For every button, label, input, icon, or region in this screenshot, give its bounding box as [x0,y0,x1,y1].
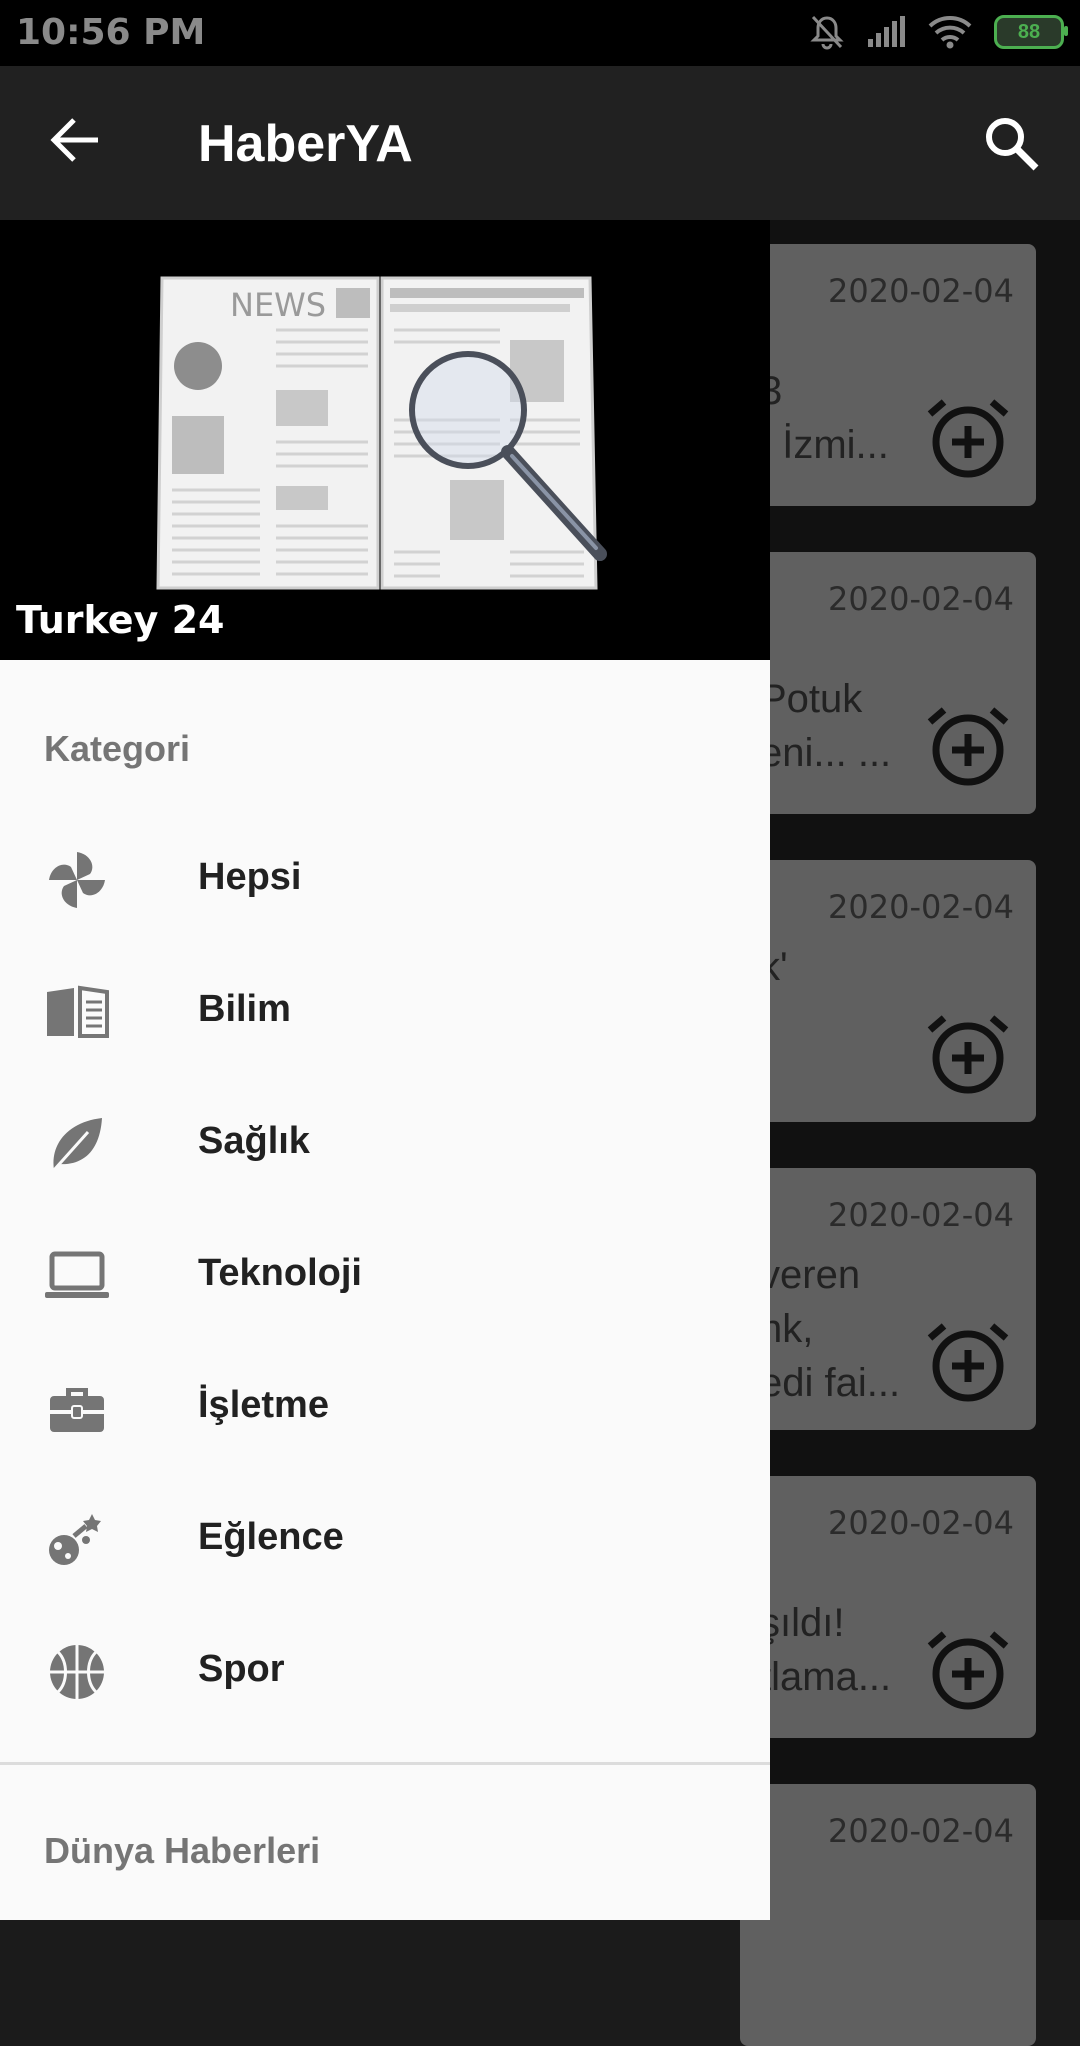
drawer-item-label: İşletme [198,1384,329,1426]
drawer-item-label: Eğlence [198,1516,344,1558]
navigation-drawer: NEWS Turkey 24 Kategori Hepsi Bilim Sağl… [0,220,770,1920]
drawer-item-label: Hepsi [198,856,302,898]
battery-level: 88 [1017,20,1041,43]
basketball-icon [50,1645,104,1699]
section-world-news-label: Dünya Haberleri [44,1830,321,1871]
drawer-item-hepsi[interactable]: Hepsi [0,814,770,946]
pinwheel-icon [49,852,105,908]
newspaper-magnifier-image: NEWS [156,276,607,590]
app-bar: HaberYA [0,66,1080,220]
drawer-item-label: Spor [198,1648,285,1690]
drawer-item-bilim[interactable]: Bilim [0,946,770,1078]
alarm-add-icon[interactable] [926,1012,1010,1096]
status-time: 10:56 PM [16,12,206,53]
drawer-item-isletme[interactable]: İşletme [0,1342,770,1474]
news-card[interactable]: 2020-02-04 şıldı! tlama... [740,1476,1036,1738]
drawer-header: NEWS Turkey 24 [0,220,770,660]
news-card[interactable]: 2020-02-04 k' [740,860,1036,1122]
drawer-item-label: Teknoloji [198,1252,362,1294]
card-date: 2020-02-04 [828,272,1014,310]
alarm-add-icon[interactable] [926,1320,1010,1404]
card-date: 2020-02-04 [828,1504,1014,1542]
drawer-subtitle: Turkey 24 [16,598,225,642]
laptop-icon [45,1251,109,1298]
drawer-item-spor[interactable]: Spor [0,1606,770,1738]
card-date: 2020-02-04 [828,580,1014,618]
drawer-item-teknoloji[interactable]: Teknoloji [0,1210,770,1342]
drawer-item-saglik[interactable]: Sağlık [0,1078,770,1210]
alarm-add-icon[interactable] [926,1628,1010,1712]
card-date: 2020-02-04 [828,888,1014,926]
signal-icon [868,16,905,47]
card-date: 2020-02-04 [828,1196,1014,1234]
alarm-add-icon[interactable] [926,704,1010,788]
search-icon[interactable] [982,114,1042,174]
leaf-icon [52,1118,102,1172]
drawer-item-label: Bilim [198,988,291,1030]
drawer-divider [0,1762,770,1765]
book-icon [47,985,109,1038]
newspaper-masthead: NEWS [230,286,326,324]
app-title: HaberYA [198,115,413,173]
news-card[interactable]: 2020-02-04 [740,1784,1036,2046]
card-snippet: k' [760,945,788,989]
section-category-label: Kategori [44,728,191,769]
battery-icon: 88 [994,15,1068,49]
wifi-icon [928,16,972,49]
bell-off-icon [810,15,844,50]
card-date: 2020-02-04 [828,1812,1014,1850]
alarm-add-icon[interactable] [926,396,1010,480]
drawer-item-label: Sağlık [198,1120,310,1162]
back-arrow-icon[interactable] [48,112,104,168]
news-card[interactable]: 2020-02-04 veren nk, edi fai... [740,1168,1036,1430]
status-icons: 88 [810,12,1068,52]
party-icon [49,1514,101,1565]
status-bar: 10:56 PM 88 [0,0,1080,66]
briefcase-icon [50,1388,104,1432]
news-card[interactable]: 2020-02-04 3 ! İzmi... [740,244,1036,506]
drawer-item-eglence[interactable]: Eğlence [0,1474,770,1606]
news-card[interactable]: 2020-02-04 Potuk eni... ... [740,552,1036,814]
